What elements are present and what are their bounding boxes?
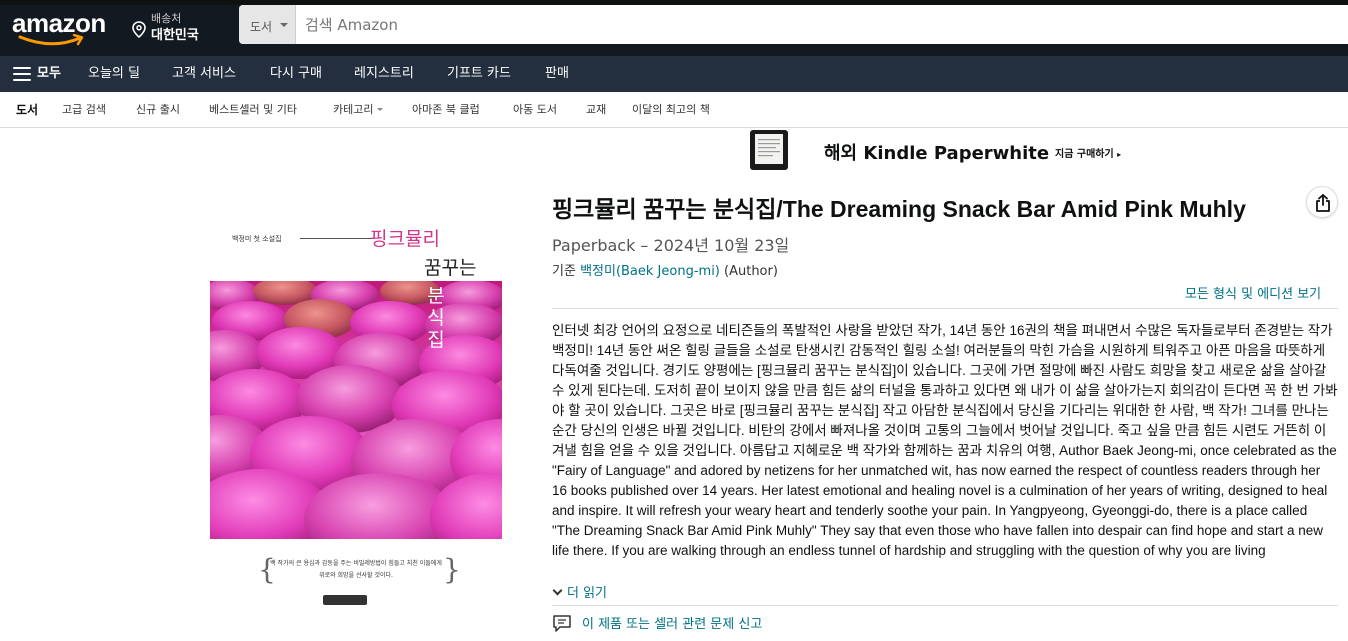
- feedback-icon: [553, 615, 571, 632]
- product-title: 핑크뮬리 꿈꾸는 분식집/The Dreaming Snack Bar Amid…: [552, 196, 1246, 222]
- read-more-toggle[interactable]: 더 읽기: [552, 582, 607, 601]
- cover-author-line: 백정미 첫 소설집: [232, 235, 282, 243]
- subnav-best-books-of-month[interactable]: 이달의 최고의 책: [632, 92, 710, 128]
- nav-item-todays-deals[interactable]: 오늘의 딜: [88, 56, 140, 92]
- nav-item-sell[interactable]: 판매: [545, 56, 569, 92]
- top-nav-bar: amazon 배송처 대한민국 도서: [0, 0, 1348, 56]
- books-sub-nav: 도서 고급 검색 신규 출시 베스트셀러 및 기타 카테고리 아마존 북 클럽 …: [0, 92, 1348, 128]
- share-icon: [1316, 194, 1330, 212]
- all-menu-label: 모두: [37, 66, 61, 81]
- report-issue-link[interactable]: 이 제품 또는 셀러 관련 문제 신고: [552, 613, 762, 632]
- search-department-select[interactable]: 도서: [239, 5, 296, 44]
- kindle-banner-title: 해외 Kindle Paperwhite: [824, 143, 1050, 164]
- report-issue-label: 이 제품 또는 셀러 관련 문제 신고: [582, 617, 763, 632]
- nav-item-buy-again[interactable]: 다시 구매: [270, 56, 322, 92]
- cover-divider: [300, 238, 372, 239]
- subnav-amazon-book-club[interactable]: 아마존 북 클럽: [412, 92, 480, 128]
- deliver-country: 대한민국: [151, 28, 199, 43]
- location-pin-icon: [132, 21, 146, 38]
- hamburger-icon: [13, 67, 31, 81]
- product-byline: 기준 백정미(Baek Jeong-mi) (Author): [552, 260, 778, 279]
- cover-title-line3: 분식집: [427, 285, 445, 351]
- share-button[interactable]: [1306, 186, 1338, 218]
- subnav-advanced-search[interactable]: 고급 검색: [62, 92, 106, 128]
- byline-prefix: 기준: [552, 264, 576, 279]
- chevron-down-icon: [552, 585, 563, 596]
- amazon-logo[interactable]: amazon: [12, 8, 112, 46]
- search-bar: 도서: [239, 5, 1348, 44]
- cover-title-line1: 핑크뮬리: [370, 228, 440, 250]
- nav-item-customer-service[interactable]: 고객 서비스: [172, 56, 236, 92]
- publisher-logo: [323, 595, 367, 605]
- subnav-best-sellers[interactable]: 베스트셀러 및 기타: [209, 92, 297, 128]
- subnav-categories-label: 카테고리: [333, 103, 374, 116]
- divider: [552, 605, 1338, 606]
- author-role: (Author): [724, 264, 778, 279]
- subnav-categories[interactable]: 카테고리: [333, 92, 384, 128]
- nav-item-registry[interactable]: 레지스트리: [354, 56, 414, 92]
- cover-title-line2: 꿈꾸는: [424, 257, 477, 279]
- deliver-to-location[interactable]: 배송처 대한민국: [132, 9, 222, 43]
- see-all-formats-link[interactable]: 모든 형식 및 에디션 보기: [1185, 283, 1321, 302]
- subnav-textbooks[interactable]: 교재: [586, 92, 606, 128]
- book-description: 인터넷 최강 언어의 요정으로 네티즌들의 폭발적인 사랑을 받았던 작가, 1…: [552, 321, 1338, 579]
- chevron-down-icon: [377, 108, 384, 111]
- main-nav-bar: 모두 오늘의 딜 고객 서비스 다시 구매 레지스트리 기프트 카드 판매: [0, 56, 1348, 92]
- amazon-smile-icon: [18, 34, 84, 46]
- book-cover-image[interactable]: 백정미 첫 소설집 핑크뮬리 꿈꾸는 분식집 {백 작가의 큰 용심과 감동을…: [210, 195, 502, 625]
- cover-brace-right: }: [443, 553, 461, 586]
- cover-blurb: 백 작가의 큰 용심과 감동을 주는 비밀레방법이 힘들고 지친 이들에게 위로…: [270, 560, 442, 579]
- chevron-right-icon: ▸: [1117, 150, 1122, 159]
- search-department-label: 도서: [250, 20, 273, 34]
- kindle-cta-label: 지금 구매하기: [1055, 149, 1114, 160]
- kindle-buy-now-link[interactable]: 지금 구매하기 ▸: [1055, 145, 1121, 160]
- product-format-date: Paperback – 2024년 10월 23일: [552, 236, 790, 255]
- description-fade: [552, 553, 1338, 579]
- book-description-text: 인터넷 최강 언어의 요정으로 네티즌들의 폭발적인 사랑을 받았던 작가, 1…: [552, 323, 1338, 558]
- dropdown-caret-icon: [280, 23, 288, 27]
- subnav-childrens-books[interactable]: 아동 도서: [513, 92, 557, 128]
- pink-muhly-photo: [210, 281, 502, 539]
- kindle-device-image: [750, 130, 788, 170]
- subnav-books[interactable]: 도서: [16, 92, 38, 128]
- nav-item-gift-cards[interactable]: 기프트 카드: [447, 56, 511, 92]
- search-input[interactable]: [296, 5, 1348, 44]
- subnav-new-releases[interactable]: 신규 출시: [136, 92, 180, 128]
- read-more-label: 더 읽기: [567, 586, 608, 601]
- divider: [552, 308, 1338, 309]
- author-link[interactable]: 백정미(Baek Jeong-mi): [580, 264, 720, 279]
